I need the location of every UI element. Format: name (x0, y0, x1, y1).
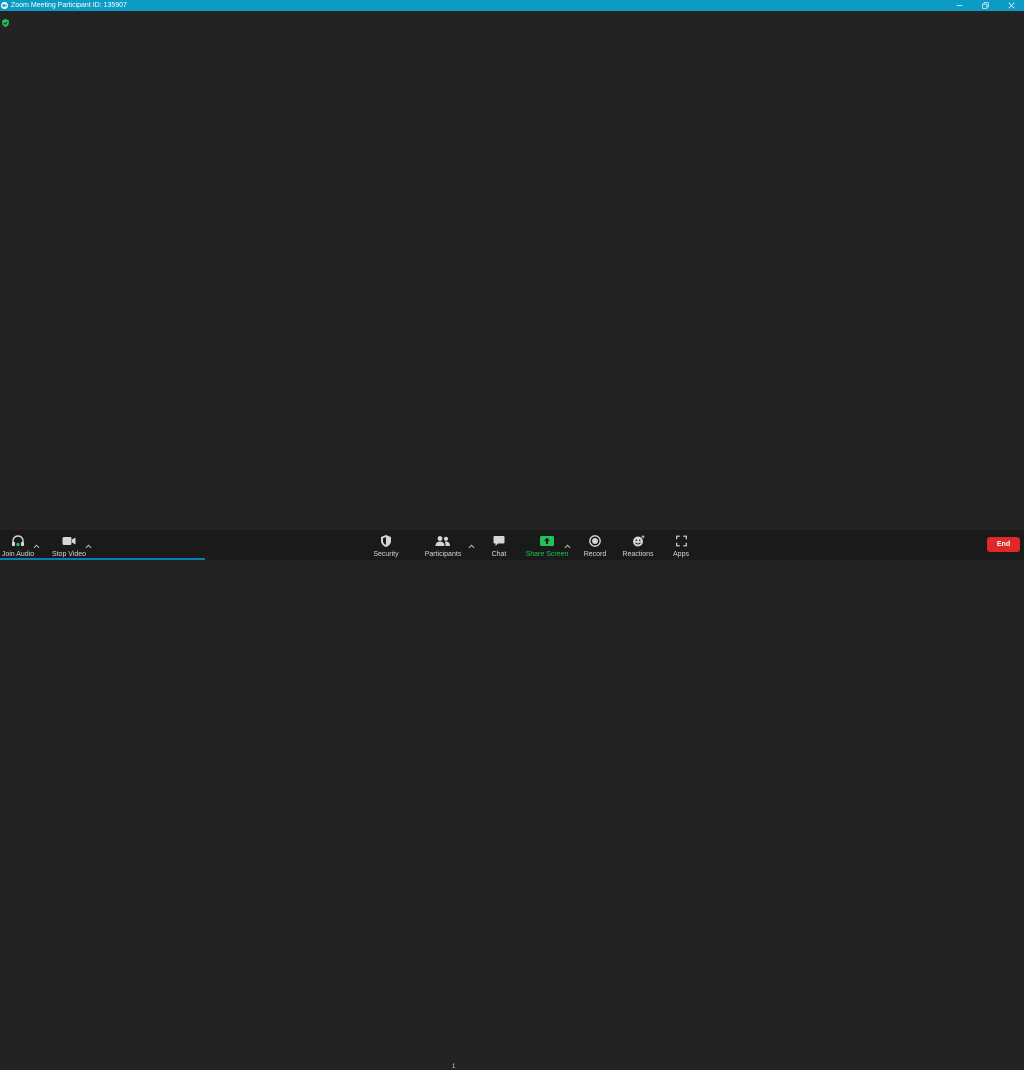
chevron-up-icon (85, 544, 92, 549)
chat-bubble-icon (493, 535, 505, 546)
record-label: Record (583, 551, 607, 558)
chevron-up-icon (33, 544, 40, 549)
restore-icon (981, 2, 989, 9)
share-options-caret[interactable] (564, 536, 571, 549)
restore-button[interactable] (972, 0, 998, 11)
meeting-video-area (0, 11, 1024, 530)
zoom-app-icon (1, 2, 8, 9)
window-title: Zoom Meeting Participant ID: 135907 (11, 2, 127, 9)
shield-check-icon[interactable] (2, 19, 9, 27)
share-screen-icon (540, 535, 554, 546)
meeting-toolbar: Join Audio Stop Video Security Participa… (0, 530, 1024, 1070)
close-button[interactable] (998, 0, 1024, 11)
reactions-button[interactable]: Reactions (622, 530, 654, 560)
share-screen-button[interactable]: Share Screen (525, 530, 569, 560)
stop-video-label: Stop Video (51, 551, 87, 558)
minimize-button[interactable] (946, 0, 972, 11)
chevron-up-icon (468, 544, 475, 549)
headphones-icon (12, 534, 24, 546)
chevron-up-icon (564, 544, 571, 549)
emoji-icon (632, 534, 644, 546)
people-icon (435, 535, 450, 546)
join-audio-button[interactable]: Join Audio (2, 530, 34, 560)
join-audio-label: Join Audio (1, 551, 35, 558)
record-icon (589, 534, 601, 547)
end-meeting-button[interactable]: End (987, 537, 1020, 552)
chat-button[interactable]: Chat (489, 530, 509, 560)
security-button[interactable]: Security (372, 530, 400, 560)
reactions-label: Reactions (622, 551, 654, 558)
audio-options-caret[interactable] (33, 536, 40, 549)
stop-video-button[interactable]: Stop Video (52, 530, 86, 560)
apps-icon (675, 535, 687, 546)
share-screen-label: Share Screen (525, 551, 569, 558)
participants-options-caret[interactable] (468, 536, 475, 549)
close-icon (1007, 2, 1015, 9)
video-camera-icon (62, 536, 76, 545)
participants-count: 1 (452, 1064, 456, 1070)
security-label: Security (373, 551, 399, 558)
shield-icon (381, 534, 391, 547)
window-titlebar[interactable]: Zoom Meeting Participant ID: 135907 (0, 0, 1024, 11)
window-controls (946, 0, 1024, 11)
participants-button[interactable]: Participants (424, 530, 462, 560)
video-options-caret[interactable] (85, 536, 92, 549)
apps-label: Apps (673, 551, 689, 558)
minimize-icon (956, 5, 962, 6)
record-button[interactable]: Record (582, 530, 608, 560)
participants-label: Participants (424, 551, 462, 558)
apps-button[interactable]: Apps (671, 530, 691, 560)
chat-label: Chat (491, 551, 507, 558)
